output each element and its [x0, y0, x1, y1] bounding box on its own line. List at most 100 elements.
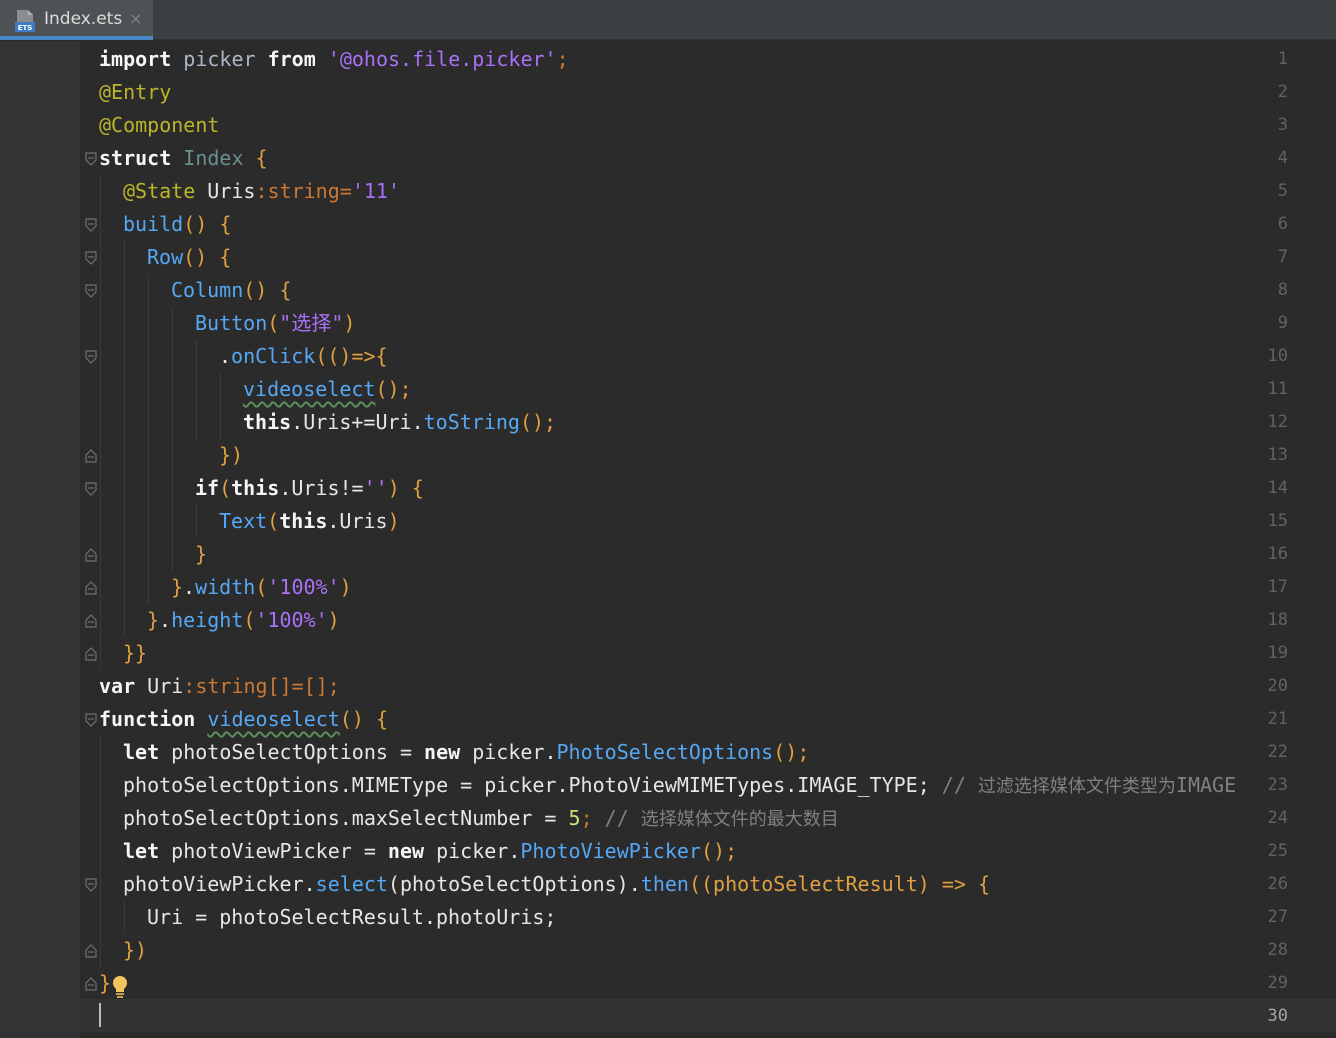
code-line-18[interactable]: }.height('100%') — [147, 604, 340, 637]
code-line-28[interactable]: }) — [123, 934, 147, 967]
fold-close-icon[interactable] — [84, 548, 98, 562]
code-line-27[interactable]: Uri = photoSelectResult.photoUris; — [147, 901, 556, 934]
code-line-10[interactable]: .onClick(()=>{ — [219, 340, 388, 373]
line-number: 16 — [1267, 544, 1288, 564]
token-brace: () { — [339, 707, 388, 731]
line-number: 8 — [1277, 280, 1288, 300]
fold-open-icon[interactable] — [84, 218, 98, 232]
line-number: 17 — [1267, 577, 1288, 597]
code-line-23[interactable]: photoSelectOptions.MIMEType = picker.Pho… — [123, 769, 1236, 802]
code-line-14[interactable]: if(this.Uris!='') { — [195, 472, 424, 505]
code-line-5[interactable]: @State Uris:string='11' — [123, 175, 400, 208]
indent-guide — [100, 175, 101, 670]
code-line-16[interactable]: } — [195, 538, 207, 571]
lightbulb-icon[interactable] — [111, 975, 129, 999]
token-punct: ; — [556, 47, 569, 71]
token-brace: (); — [773, 740, 810, 764]
token-brace: ) — [343, 311, 356, 335]
code-line-25[interactable]: let photoViewPicker = new picker.PhotoVi… — [123, 835, 737, 868]
code-line-13[interactable]: }) — [219, 439, 243, 472]
indent-guide — [148, 274, 149, 604]
code-line-11[interactable]: videoselect(); — [243, 373, 412, 406]
code-line-8[interactable]: Column() { — [171, 274, 291, 307]
indent-guide — [196, 340, 197, 439]
code-line-4[interactable]: struct Index { — [99, 142, 268, 175]
fold-open-icon[interactable] — [84, 350, 98, 364]
token-function: height — [171, 608, 244, 632]
token-brace: ) { — [387, 476, 424, 500]
token-punct: = — [339, 179, 352, 203]
fold-open-icon[interactable] — [84, 482, 98, 496]
token-function: select — [315, 872, 388, 896]
fold-close-icon[interactable] — [84, 581, 98, 595]
code-line-24[interactable]: photoSelectOptions.maxSelectNumber = 5; … — [123, 802, 839, 835]
indent-guide — [124, 901, 125, 934]
code-line-26[interactable]: photoViewPicker.select(photoSelectOption… — [123, 868, 990, 901]
code-line-17[interactable]: }.width('100%') — [171, 571, 352, 604]
token-text: Uris — [195, 179, 256, 203]
token-punct: . — [219, 344, 232, 368]
token-text: (photoSelectOptions). — [387, 872, 641, 896]
line-number: 24 — [1267, 808, 1288, 828]
line-number: 10 — [1267, 346, 1288, 366]
token-string: '100%' — [255, 608, 328, 632]
code-line-21[interactable]: function videoselect() { — [99, 703, 388, 736]
token-function: then — [640, 872, 689, 896]
token-type: string — [195, 674, 268, 698]
fold-close-icon[interactable] — [84, 614, 98, 628]
token-text: picker. — [460, 740, 557, 764]
code-line-20[interactable]: var Uri:string[]=[]; — [99, 670, 340, 703]
fold-close-icon[interactable] — [84, 647, 98, 661]
token-punct: ; — [580, 806, 605, 830]
line-number: 2 — [1277, 82, 1288, 102]
code-line-6[interactable]: build() { — [123, 208, 231, 241]
code-line-7[interactable]: Row() { — [147, 241, 231, 274]
code-line-29[interactable]: } — [99, 967, 111, 1000]
fold-open-icon[interactable] — [84, 713, 98, 727]
token-text: picker — [171, 47, 268, 71]
token-keyword: if — [195, 476, 220, 500]
fold-open-icon[interactable] — [84, 284, 98, 298]
token-function: build — [123, 212, 184, 236]
indent-guide — [100, 736, 101, 967]
fold-close-icon[interactable] — [84, 977, 98, 991]
tab-index-ets[interactable]: ETS Index.ets × — [0, 0, 153, 40]
token-brace: } — [99, 971, 112, 995]
token-keyword: let — [123, 839, 160, 863]
code-line-1[interactable]: import picker from '@ohos.file.picker'; — [99, 43, 569, 76]
fold-open-icon[interactable] — [84, 152, 98, 166]
close-icon[interactable]: × — [129, 9, 142, 28]
token-text: photoSelectOptions = — [159, 740, 425, 764]
token-brace: (); — [375, 377, 412, 401]
token-keyword: from — [267, 47, 316, 71]
code-line-22[interactable]: let photoSelectOptions = new picker.Phot… — [123, 736, 809, 769]
token-brace: }) — [219, 443, 244, 467]
token-text: photoSelectOptions.MIMEType = picker.Pho… — [123, 773, 942, 797]
code-line-9[interactable]: Button("选择") — [195, 307, 355, 340]
token-brace: () { — [243, 278, 292, 302]
token-string: '' — [363, 476, 388, 500]
indent-guide — [196, 505, 197, 538]
indent-guide — [172, 307, 173, 571]
fold-close-icon[interactable] — [84, 449, 98, 463]
code-line-3[interactable]: @Component — [99, 109, 219, 142]
token-brace: (); — [700, 839, 738, 863]
fold-close-icon[interactable] — [84, 944, 98, 958]
code-line-2[interactable]: @Entry — [99, 76, 171, 109]
token-function: toString — [423, 410, 520, 434]
code-line-12[interactable]: this.Uris+=Uri.toString(); — [243, 406, 556, 439]
code-line-19[interactable]: }} — [123, 637, 147, 670]
token-brace: } — [147, 608, 160, 632]
token-comment: 选择媒体文件的最大数目 — [640, 809, 839, 830]
editor-window: ETS Index.ets × 1 2 3 4 5 6 7 8 9 10 11 … — [0, 0, 1336, 1038]
token-brace: { — [243, 146, 268, 170]
code-line-15[interactable]: Text(this.Uris) — [219, 505, 400, 538]
fold-open-icon[interactable] — [84, 878, 98, 892]
fold-open-icon[interactable] — [84, 251, 98, 265]
line-number: 18 — [1267, 610, 1288, 630]
token-keyword: import — [99, 47, 172, 71]
token-brace: (); — [519, 410, 557, 434]
token-brace: } — [171, 575, 184, 599]
token-text: .Uris — [327, 509, 388, 533]
